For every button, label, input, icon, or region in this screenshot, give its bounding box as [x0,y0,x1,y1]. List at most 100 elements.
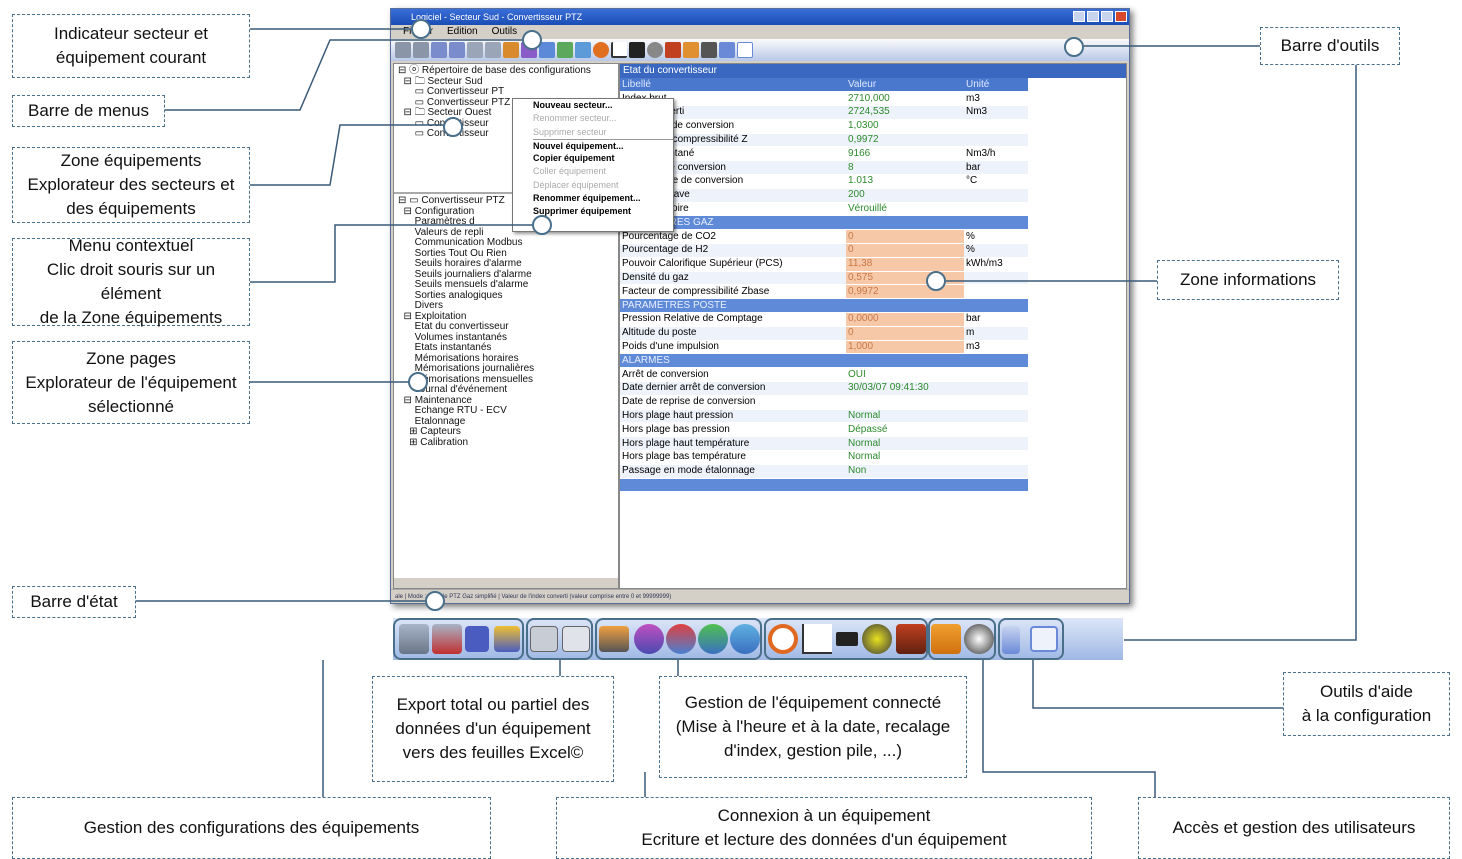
help-window-icon[interactable] [737,42,753,58]
connect-icon[interactable] [503,42,519,58]
tree-item[interactable]: Etats instantanés [398,342,614,354]
label-cell: Pression Relative de Comptage [620,312,846,327]
unit-cell: m [964,326,1028,341]
table-row[interactable]: Date de reprise de conversion [620,395,1028,410]
save-icon[interactable] [431,42,447,58]
tree-item[interactable]: Seuils horaires d'alarme [398,258,614,270]
tree-item[interactable]: Journal d'événement [398,384,614,396]
table-row[interactable]: Altitude du poste 0 m [620,326,1028,341]
table-row[interactable]: Débit instantané9166Nm3/h [620,146,1028,162]
value-cell: 0 [846,326,964,341]
context-menu-item[interactable]: Renommer équipement... [533,192,673,205]
export-icon[interactable] [467,42,483,58]
delete-config-icon[interactable] [413,42,429,58]
label-cell: Hors plage bas pression [620,422,846,438]
export-table-icon[interactable] [485,42,501,58]
value-cell: 1,000 [846,340,964,355]
write-icon[interactable] [539,42,555,58]
value-cell: Non [846,464,964,479]
context-menu-item: Coller équipement [533,166,607,177]
help-doc-icon[interactable] [719,42,735,58]
table-row[interactable]: Pourcentage de CO2 0% [620,229,1028,245]
stop-icon[interactable] [665,42,681,58]
context-menu-item[interactable]: Copier équipement [533,152,673,165]
table-row[interactable]: Poids d'une impulsion 1,000 m3 [620,340,1028,355]
tree-item[interactable]: Etat du convertisseur [398,321,614,333]
new-config-icon[interactable] [395,42,411,58]
group-users [928,618,996,660]
context-menu-item[interactable]: Nouveau secteur... [533,99,673,112]
unit-cell [964,119,1028,134]
callout-barre-menus: Barre de menus [12,95,165,127]
table-row[interactable]: Pression Relative de Comptage 0,0000 bar [620,312,1028,327]
minimize-icon[interactable] [1073,11,1085,22]
section-row: PARAMETRES GAZ [620,215,1028,231]
context-menu-item[interactable]: Supprimer équipement [533,205,673,218]
tree-item[interactable]: ⊞ Calibration [398,437,614,449]
table-row[interactable]: Facteur de compressibilité Z 0,9972 [620,133,1028,148]
pointer-barre-etat [425,591,445,611]
table-row[interactable]: Arrêt de conversion OUI [620,367,1028,383]
table-row[interactable]: Coefficient de conversion 1,0300 [620,119,1028,134]
table-row[interactable]: Seuil autoclave200 [620,188,1028,203]
value-cell: Normal [846,450,964,465]
save-as-icon[interactable] [449,42,465,58]
callout-export: Export total ou partiel des données d'un… [372,676,614,782]
callout-zone-equipements: Zone équipements Explorateur des secteur… [12,147,250,223]
table-row[interactable]: Index converti2724,535Nm3 [620,105,1028,120]
unit-cell [964,409,1028,424]
unit-cell: % [964,229,1028,245]
table-row[interactable]: Pouvoir Calorifique Supérieur (PCS) 11,38… [620,257,1028,272]
table-row[interactable]: Hors plage haut température Normal [620,436,1028,452]
graph-icon[interactable] [611,42,627,58]
users-icon[interactable] [701,42,717,58]
table-row[interactable]: Index brut2710,000m3 [620,91,1028,107]
table-row[interactable]: Hors plage bas pression Dépassé [620,422,1028,438]
close-icon[interactable] [1115,11,1127,22]
table-row[interactable]: Date dernier arrêt de conversion 30/03/07… [620,381,1028,396]
table-row[interactable]: Pression de conversion8bar [620,160,1028,176]
callout-connexion: Connexion à un équipement Ecriture et le… [556,797,1092,859]
menu-edition[interactable]: Edition [447,25,478,39]
label-cell: Facteur de compressibilité Zbase [620,284,846,300]
tree-item[interactable]: ⊟ ⓞ Répertoire de base des configuration… [398,65,614,77]
table-row[interactable]: Passage en mode étalonnage Non [620,464,1028,479]
table-row[interactable]: Température de conversion 1.013 °C [620,174,1028,189]
table-row[interactable]: Densité du gaz 0,575 [620,271,1028,286]
restore-icon[interactable] [1101,11,1113,22]
context-menu-item: Supprimer secteur [533,126,607,137]
menu-outils[interactable]: Outils [492,25,518,39]
table-row[interactable]: Facteur de compressibilité Zbase 0,9972 [620,284,1028,300]
tree-item[interactable]: Seuils mensuels d'alarme [398,279,614,291]
value-cell: 9166 [846,146,964,162]
battery-icon[interactable] [647,42,663,58]
maximize-icon[interactable] [1087,11,1099,22]
unit-cell: m3 [964,91,1028,107]
index-icon[interactable] [629,42,645,58]
table-row[interactable]: Mode mémoireVérouillé [620,202,1028,217]
label-cell: Altitude du poste [620,326,846,341]
tree-item[interactable]: Echange RTU - ECV [398,405,614,417]
key-icon[interactable] [683,42,699,58]
table-row[interactable]: Pourcentage de H2 0% [620,243,1028,258]
table-row[interactable]: Hors plage haut pression Normal [620,409,1028,424]
tree-item[interactable]: Divers [398,300,614,312]
refresh-icon[interactable] [575,42,591,58]
table-row[interactable]: Hors plage bas température Normal [620,450,1028,465]
value-cell [846,478,964,493]
table-header-row: Libellé Valeur Unité [620,78,1028,93]
value-cell: 0,0000 [846,312,964,327]
label-cell [620,478,846,493]
tree-item[interactable]: Communication Modbus [398,237,614,249]
tree-item[interactable]: ⊞ Capteurs [398,426,614,438]
tree-item[interactable]: ▭ Convertisseur PT [398,86,614,98]
context-menu-item[interactable]: Nouvel équipement... [533,138,673,152]
tree-item[interactable]: Mémorisations journalières [398,363,614,375]
write-partial-icon[interactable] [557,42,573,58]
label-cell: Date de reprise de conversion [620,395,846,410]
horizontal-scrollbar[interactable] [394,578,618,588]
value-cell: 1,0300 [846,119,964,134]
clock-icon[interactable] [593,42,609,58]
callout-menu-contextuel: Menu contextuel Clic droit souris sur un… [12,236,250,327]
callout-indicateur: Indicateur secteur et équipement courant [12,14,250,78]
